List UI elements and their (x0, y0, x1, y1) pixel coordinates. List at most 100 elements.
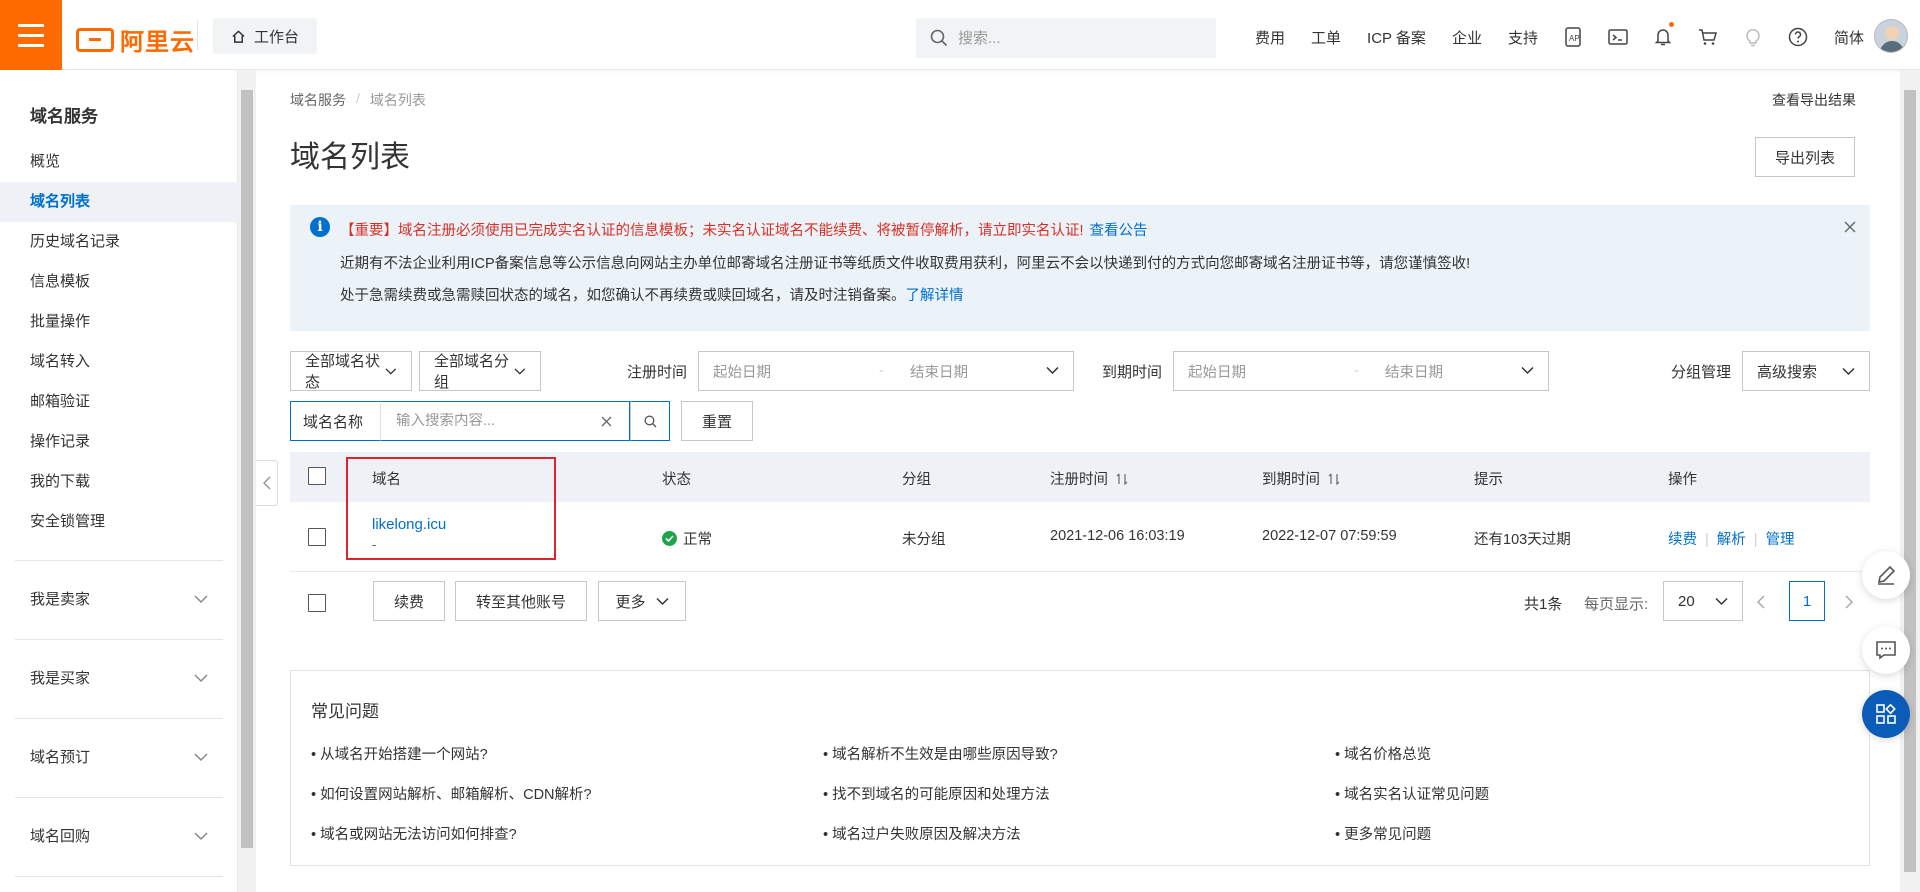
sidebar-group-reserve[interactable]: 域名预订 (0, 738, 238, 778)
faq-item[interactable]: • 更多常见问题 (1335, 823, 1431, 844)
transfer-account-button[interactable]: 转至其他账号 (455, 581, 587, 621)
sidebar-item-security-lock[interactable]: 安全锁管理 (0, 502, 238, 542)
faq-item[interactable]: • 如何设置网站解析、邮箱解析、CDN解析? (311, 783, 592, 804)
global-search[interactable] (916, 18, 1216, 58)
nav-support[interactable]: 支持 (1495, 27, 1551, 48)
chat-button[interactable] (1862, 626, 1910, 674)
faq-item[interactable]: • 域名解析不生效是由哪些原因导致? (823, 743, 1058, 764)
faq-item[interactable]: • 域名过户失败原因及解决方法 (823, 823, 1021, 844)
renew-link[interactable]: 续费 (1668, 532, 1697, 548)
col-reg-time[interactable]: 注册时间 (1050, 468, 1128, 489)
col-group-label: 分组 (902, 472, 931, 488)
sidebar-group-buyback[interactable]: 域名回购 (0, 817, 238, 857)
nav-icp[interactable]: ICP 备案 (1354, 27, 1439, 48)
exp-end-date[interactable]: 结束日期 (1385, 361, 1443, 382)
help-icon[interactable] (1776, 20, 1821, 54)
domain-search: 域名名称 (290, 401, 670, 441)
menu-icon[interactable] (0, 0, 62, 70)
domain-subtext: - (372, 537, 377, 552)
reset-button[interactable]: 重置 (681, 401, 753, 441)
sidebar-item-history[interactable]: 历史域名记录 (0, 222, 238, 262)
sort-icon[interactable] (1116, 473, 1128, 485)
language-switch[interactable]: 简体 (1821, 27, 1877, 48)
sort-icon[interactable] (1328, 473, 1340, 485)
lightbulb-icon[interactable] (1731, 20, 1776, 54)
view-export-results-link[interactable]: 查看导出结果 (1772, 90, 1856, 110)
prev-page-icon[interactable] (1756, 594, 1766, 610)
sidebar-item-email-verify[interactable]: 邮箱验证 (0, 382, 238, 422)
aliyun-logo[interactable]: 阿里云 (76, 22, 195, 57)
page-scrollbar[interactable] (1900, 70, 1920, 892)
workbench-button[interactable]: 工作台 (213, 18, 318, 54)
feedback-edit-button[interactable] (1862, 551, 1910, 599)
cart-icon[interactable] (1686, 20, 1731, 54)
page-button-1[interactable]: 1 (1789, 581, 1825, 621)
reg-date-range[interactable]: 起始日期 - 结束日期 (698, 351, 1074, 391)
workbench-label: 工作台 (254, 28, 300, 46)
scrollbar-thumb[interactable] (1904, 90, 1916, 872)
faq-item[interactable]: • 域名实名认证常见问题 (1335, 783, 1489, 804)
per-page-select[interactable]: 20 (1663, 581, 1743, 621)
domain-search-input[interactable] (381, 413, 591, 429)
batch-renew-button[interactable]: 续费 (373, 581, 445, 621)
group-manage-link[interactable]: 分组管理 (1671, 361, 1731, 382)
api-icon[interactable]: AP (1551, 20, 1596, 54)
breadcrumb-domain-service[interactable]: 域名服务 (290, 90, 346, 110)
close-icon[interactable] (1844, 221, 1856, 233)
faq-item[interactable]: • 找不到域名的可能原因和处理方法 (823, 783, 1050, 804)
sidebar-item-batch[interactable]: 批量操作 (0, 302, 238, 342)
col-exp-time-label: 到期时间 (1262, 472, 1320, 488)
sidebar-collapse-button[interactable] (256, 460, 278, 506)
terminal-icon[interactable] (1596, 20, 1641, 54)
col-exp-time[interactable]: 到期时间 (1262, 468, 1340, 489)
sidebar-item-downloads[interactable]: 我的下载 (0, 462, 238, 502)
chevron-down-icon (514, 367, 526, 375)
status-filter-select[interactable]: 全部域名状态 (290, 351, 412, 391)
reg-end-date[interactable]: 结束日期 (910, 361, 968, 382)
sidebar-item-transfer-in[interactable]: 域名转入 (0, 342, 238, 382)
group-cell: 未分组 (902, 532, 946, 548)
sidebar-scrollbar[interactable] (238, 70, 256, 892)
search-field-select[interactable]: 域名名称 (290, 401, 380, 441)
faq-item-text: 从域名开始搭建一个网站? (320, 747, 488, 763)
sidebar-item-overview[interactable]: 概览 (0, 142, 238, 182)
sidebar-item-templates[interactable]: 信息模板 (0, 262, 238, 302)
sidebar-group-seller[interactable]: 我是卖家 (0, 580, 238, 620)
exp-start-date[interactable]: 起始日期 (1188, 361, 1246, 382)
export-list-button[interactable]: 导出列表 (1755, 137, 1855, 177)
sidebar-group-buyer[interactable]: 我是买家 (0, 659, 238, 699)
avatar[interactable] (1874, 19, 1908, 53)
row-checkbox[interactable] (308, 528, 326, 546)
more-actions-button[interactable]: 更多 (598, 581, 686, 621)
advanced-search-select[interactable]: 高级搜索 (1742, 351, 1870, 391)
more-label: 更多 (615, 593, 646, 611)
global-search-input[interactable] (958, 29, 1198, 47)
sidebar-item-op-log[interactable]: 操作记录 (0, 422, 238, 462)
nav-enterprise[interactable]: 企业 (1439, 27, 1495, 48)
next-page-icon[interactable] (1844, 594, 1854, 610)
reg-start-date[interactable]: 起始日期 (713, 361, 771, 382)
col-actions-label: 操作 (1668, 472, 1697, 488)
select-all-checkbox[interactable] (308, 467, 326, 485)
sidebar-item-domain-list[interactable]: 域名列表 (0, 182, 238, 222)
exp-date-range[interactable]: 起始日期 - 结束日期 (1173, 351, 1549, 391)
nav-fees[interactable]: 费用 (1242, 27, 1298, 48)
dns-link[interactable]: 解析 (1717, 532, 1746, 548)
bell-icon[interactable] (1641, 20, 1686, 54)
learn-more-link[interactable]: 了解详情 (906, 288, 964, 304)
batch-select-checkbox[interactable] (308, 594, 326, 612)
faq-item[interactable]: • 从域名开始搭建一个网站? (311, 743, 488, 764)
apps-button[interactable] (1862, 690, 1910, 738)
clear-icon[interactable] (591, 416, 621, 427)
nav-tickets[interactable]: 工单 (1298, 27, 1354, 48)
view-announcement-link[interactable]: 查看公告 (1090, 223, 1148, 239)
manage-link[interactable]: 管理 (1766, 532, 1795, 548)
scrollbar-thumb[interactable] (241, 90, 253, 848)
faq-item[interactable]: • 域名价格总览 (1335, 743, 1431, 764)
domain-link[interactable]: likelong.icu (372, 516, 446, 533)
group-filter-select[interactable]: 全部域名分组 (419, 351, 541, 391)
col-reg-time-label: 注册时间 (1050, 472, 1108, 488)
search-submit-button[interactable] (630, 401, 670, 441)
chevron-down-icon (194, 595, 208, 604)
faq-item[interactable]: • 域名或网站无法访问如何排查? (311, 823, 517, 844)
